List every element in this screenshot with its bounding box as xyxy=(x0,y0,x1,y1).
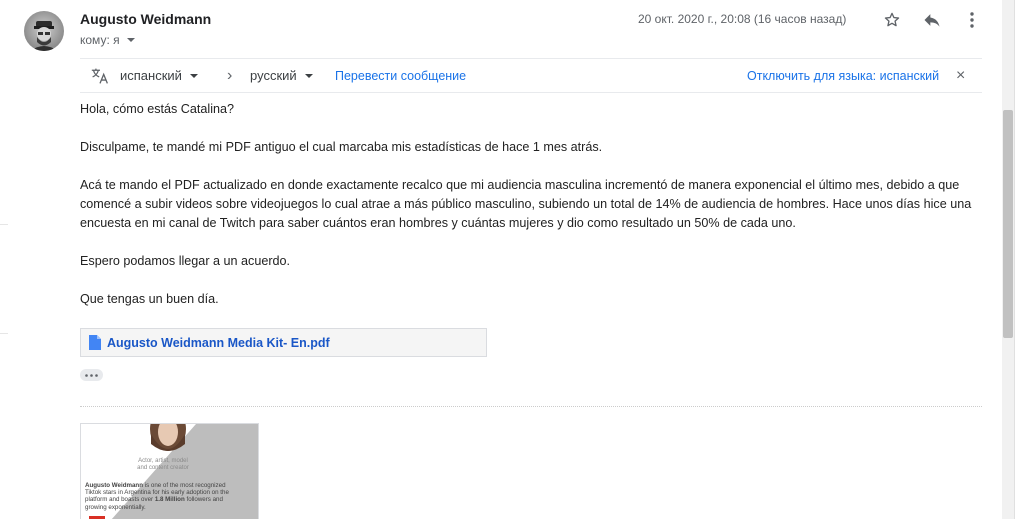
right-border xyxy=(1014,0,1015,519)
thumbnail-text: Augusto Weidmann is one of the most reco… xyxy=(85,482,235,511)
avatar-illustration xyxy=(30,21,58,51)
source-language-select[interactable]: испанский xyxy=(120,59,198,92)
more-options-button[interactable] xyxy=(960,8,984,32)
recipient-label: кому: я xyxy=(80,33,120,47)
star-icon xyxy=(884,12,900,27)
language-arrow: › xyxy=(227,66,233,84)
message-paragraph: Que tengas un buen día. xyxy=(80,292,219,306)
message-paragraph: Hola, cómo estás Catalina? xyxy=(80,102,235,116)
target-language-select[interactable]: русский xyxy=(250,59,313,92)
source-language-label: испанский xyxy=(120,68,182,83)
translate-icon-wrap xyxy=(90,59,110,92)
translate-message-link[interactable]: Перевести сообщение xyxy=(335,59,466,92)
attachment-name: Augusto Weidmann Media Kit- En.pdf xyxy=(107,335,330,350)
left-edge-divider xyxy=(0,224,8,225)
recipient-details-toggle[interactable]: кому: я xyxy=(80,33,135,47)
chevron-down-icon xyxy=(126,38,135,42)
message-date: 20 окт. 2020 г., 20:08 (16 часов назад) xyxy=(638,12,847,26)
message-paragraph: Disculpame, te mandé mi PDF antiguo el c… xyxy=(80,140,603,154)
disable-language-link[interactable]: Отключить для языка: испанский xyxy=(747,59,939,92)
show-trimmed-content-button[interactable] xyxy=(80,369,103,381)
chevron-down-icon xyxy=(304,73,313,78)
close-icon: × xyxy=(956,66,966,84)
close-translate-bar-button[interactable]: × xyxy=(956,59,965,92)
sender-name[interactable]: Augusto Weidmann xyxy=(80,11,211,27)
message-paragraph: Espero podamos llegar a un acuerdo. xyxy=(80,254,291,268)
more-vert-icon xyxy=(970,12,974,28)
attachment-thumbnail[interactable]: Actor, artist, model and content creator… xyxy=(80,423,259,519)
attachment-link[interactable]: Augusto Weidmann Media Kit- En.pdf xyxy=(80,328,487,357)
reply-button[interactable] xyxy=(920,8,944,32)
message-body: Hola, cómo estás Catalina? Disculpame, t… xyxy=(80,100,985,328)
thumbnail-text-name: Augusto Weidmann xyxy=(85,482,143,489)
translate-icon xyxy=(91,68,108,84)
translate-bar: испанский › русский Перевести сообщение … xyxy=(80,58,982,93)
file-icon xyxy=(89,335,101,350)
scrollbar-thumb[interactable] xyxy=(1003,110,1013,338)
message-paragraph: Acá te mando el PDF actualizado en donde… xyxy=(80,178,972,230)
left-edge-divider xyxy=(0,333,8,334)
thumbnail-caption: Actor, artist, model and content creator xyxy=(137,458,189,471)
star-button[interactable] xyxy=(880,8,904,32)
target-language-label: русский xyxy=(250,68,297,83)
ellipsis-icon xyxy=(85,373,98,377)
chevron-down-icon xyxy=(189,73,198,78)
reply-icon xyxy=(924,14,940,27)
attachments-divider xyxy=(80,406,982,407)
thumbnail-text-bold: 1.8 Million xyxy=(154,496,185,504)
avatar[interactable] xyxy=(24,11,64,51)
